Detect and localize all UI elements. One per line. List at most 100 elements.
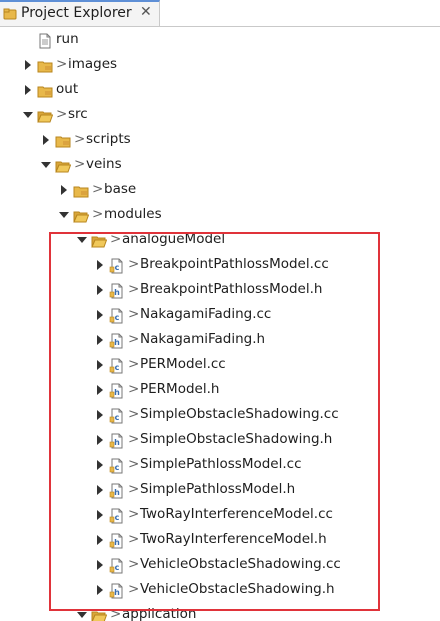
- git-decoration: >: [128, 531, 140, 547]
- svg-text:c: c: [115, 363, 120, 372]
- git-decoration: >: [110, 606, 122, 621]
- expanded-twisty-icon[interactable]: [77, 235, 87, 245]
- git-decoration: >: [74, 131, 86, 147]
- folder-icon: [37, 83, 53, 99]
- tab-project-explorer[interactable]: Project Explorer ✕: [0, 0, 160, 27]
- file-icon: [37, 33, 53, 49]
- tree-row[interactable]: h > PERModel.h: [0, 378, 440, 403]
- git-decoration: >: [56, 106, 68, 122]
- cc-file-icon: c: [109, 408, 125, 424]
- tree-row[interactable]: > analogueModel: [0, 228, 440, 253]
- collapsed-twisty-icon[interactable]: [95, 585, 105, 595]
- folder-open-icon: [37, 108, 53, 124]
- tree-item-label: BreakpointPathlossModel.cc: [140, 256, 329, 272]
- tree-row[interactable]: > modules: [0, 203, 440, 228]
- tree-item-label: src: [68, 106, 88, 122]
- tree-row[interactable]: h > SimpleObstacleShadowing.h: [0, 428, 440, 453]
- svg-text:h: h: [114, 438, 120, 447]
- tree-item-label: PERModel.cc: [140, 356, 226, 372]
- git-decoration: >: [128, 356, 140, 372]
- tree-item-label: images: [68, 56, 118, 72]
- tree-row[interactable]: > application: [0, 603, 440, 621]
- svg-text:h: h: [114, 288, 120, 297]
- h-file-icon: h: [109, 333, 125, 349]
- expanded-twisty-icon[interactable]: [23, 110, 33, 120]
- collapsed-twisty-icon[interactable]: [41, 135, 51, 145]
- tab-title: Project Explorer: [21, 5, 132, 21]
- tree-row[interactable]: c > BreakpointPathlossModel.cc: [0, 253, 440, 278]
- tree-row[interactable]: h > TwoRayInterferenceModel.h: [0, 528, 440, 553]
- collapsed-twisty-icon[interactable]: [95, 460, 105, 470]
- project-tree[interactable]: run > images out > src > scripts > veins > base > mod…: [0, 27, 440, 621]
- svg-text:h: h: [114, 588, 120, 597]
- cc-file-icon: c: [109, 558, 125, 574]
- tree-row[interactable]: out: [0, 78, 440, 103]
- tree-row[interactable]: c > TwoRayInterferenceModel.cc: [0, 503, 440, 528]
- tree-item-label: SimpleObstacleShadowing.h: [140, 431, 333, 447]
- collapsed-twisty-icon[interactable]: [23, 85, 33, 95]
- tree-row[interactable]: > base: [0, 178, 440, 203]
- collapsed-twisty-icon[interactable]: [59, 185, 69, 195]
- tree-item-label: run: [56, 31, 79, 47]
- svg-text:c: c: [115, 413, 120, 422]
- tree-item-label: SimplePathlossModel.h: [140, 481, 296, 497]
- tree-row[interactable]: c > PERModel.cc: [0, 353, 440, 378]
- folder-open-icon: [91, 233, 107, 249]
- collapsed-twisty-icon[interactable]: [23, 60, 33, 70]
- collapsed-twisty-icon[interactable]: [95, 535, 105, 545]
- collapsed-twisty-icon[interactable]: [95, 335, 105, 345]
- git-decoration: >: [128, 556, 140, 572]
- tree-row[interactable]: c > SimplePathlossModel.cc: [0, 453, 440, 478]
- tree-row[interactable]: > src: [0, 103, 440, 128]
- svg-text:c: c: [115, 263, 120, 272]
- git-decoration: >: [128, 331, 140, 347]
- tree-row[interactable]: h > SimplePathlossModel.h: [0, 478, 440, 503]
- tree-row[interactable]: c > SimpleObstacleShadowing.cc: [0, 403, 440, 428]
- tree-row[interactable]: c > VehicleObstacleShadowing.cc: [0, 553, 440, 578]
- h-file-icon: h: [109, 533, 125, 549]
- collapsed-twisty-icon[interactable]: [95, 510, 105, 520]
- git-decoration: >: [128, 281, 140, 297]
- tree-row[interactable]: h > VehicleObstacleShadowing.h: [0, 578, 440, 603]
- h-file-icon: h: [109, 283, 125, 299]
- collapsed-twisty-icon[interactable]: [95, 410, 105, 420]
- cc-file-icon: c: [109, 458, 125, 474]
- git-decoration: >: [92, 181, 104, 197]
- git-decoration: >: [110, 231, 122, 247]
- expanded-twisty-icon[interactable]: [59, 210, 69, 220]
- collapsed-twisty-icon[interactable]: [95, 560, 105, 570]
- folder-open-icon: [55, 158, 71, 174]
- tree-row[interactable]: > images: [0, 53, 440, 78]
- close-icon[interactable]: ✕: [140, 4, 152, 20]
- svg-text:c: c: [115, 563, 120, 572]
- tree-row[interactable]: h > BreakpointPathlossModel.h: [0, 278, 440, 303]
- tree-row[interactable]: run: [0, 28, 440, 53]
- project-explorer-icon: [3, 7, 17, 21]
- svg-text:h: h: [114, 488, 120, 497]
- tree-row[interactable]: > scripts: [0, 128, 440, 153]
- collapsed-twisty-icon[interactable]: [95, 285, 105, 295]
- svg-text:c: c: [115, 313, 120, 322]
- collapsed-twisty-icon[interactable]: [95, 310, 105, 320]
- collapsed-twisty-icon[interactable]: [95, 260, 105, 270]
- tree-item-label: veins: [86, 156, 122, 172]
- collapsed-twisty-icon[interactable]: [95, 360, 105, 370]
- tree-row[interactable]: h > NakagamiFading.h: [0, 328, 440, 353]
- tree-item-label: analogueModel: [122, 231, 226, 247]
- expanded-twisty-icon[interactable]: [41, 160, 51, 170]
- collapsed-twisty-icon[interactable]: [95, 485, 105, 495]
- folder-icon: [73, 183, 89, 199]
- h-file-icon: h: [109, 433, 125, 449]
- h-file-icon: h: [109, 383, 125, 399]
- collapsed-twisty-icon[interactable]: [95, 435, 105, 445]
- git-decoration: >: [128, 406, 140, 422]
- tree-row[interactable]: c > NakagamiFading.cc: [0, 303, 440, 328]
- expanded-twisty-icon[interactable]: [77, 610, 87, 620]
- tree-row[interactable]: > veins: [0, 153, 440, 178]
- collapsed-twisty-icon[interactable]: [95, 385, 105, 395]
- tree-item-label: SimplePathlossModel.cc: [140, 456, 302, 472]
- git-decoration: >: [74, 156, 86, 172]
- cc-file-icon: c: [109, 308, 125, 324]
- cc-file-icon: c: [109, 358, 125, 374]
- folder-icon: [37, 58, 53, 74]
